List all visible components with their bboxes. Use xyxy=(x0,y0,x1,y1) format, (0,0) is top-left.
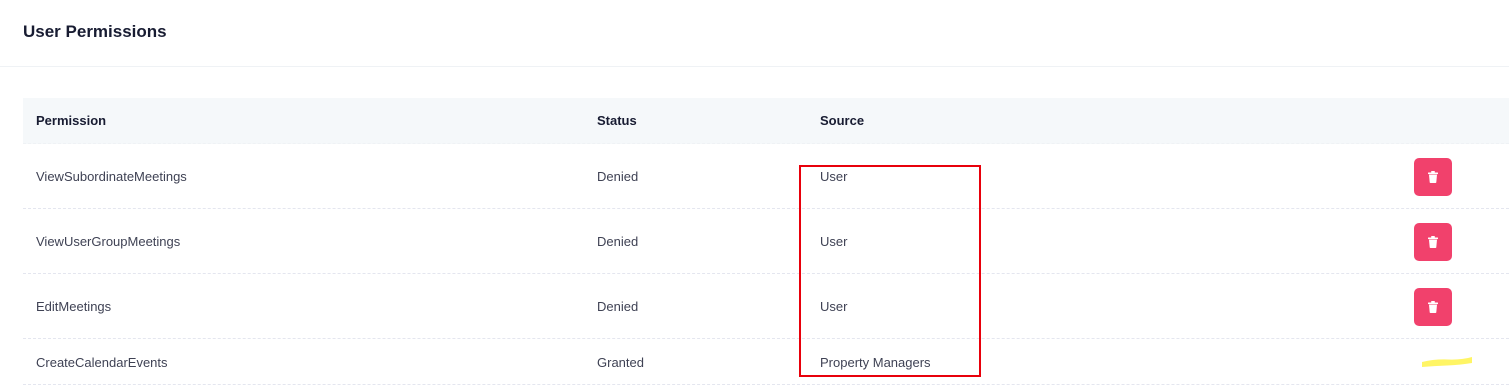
permission-cell: EditMeetings xyxy=(36,299,112,314)
column-header-source: Source xyxy=(820,113,865,128)
status-cell: Denied xyxy=(597,234,639,249)
column-header-permission: Permission xyxy=(36,113,107,128)
status-cell: Denied xyxy=(597,169,639,184)
delete-permission-button[interactable] xyxy=(1414,158,1452,196)
page-title: User Permissions xyxy=(23,22,167,41)
column-header-status: Status xyxy=(597,113,637,128)
trash-icon xyxy=(1428,301,1438,313)
trash-icon xyxy=(1428,171,1438,183)
table-row: EditMeetings Denied User xyxy=(23,274,1509,339)
table-row: ViewUserGroupMeetings Denied User xyxy=(23,209,1509,274)
delete-permission-button[interactable] xyxy=(1414,288,1452,326)
permissions-table: Permission Status Source ViewSubordinate… xyxy=(23,98,1509,385)
permission-cell: CreateCalendarEvents xyxy=(36,355,168,370)
permission-cell: ViewUserGroupMeetings xyxy=(36,234,181,249)
table-header-row: Permission Status Source xyxy=(23,98,1509,144)
table-row: CreateCalendarEvents Granted Property Ma… xyxy=(23,339,1509,385)
source-cell: User xyxy=(820,169,848,184)
source-cell: Property Managers xyxy=(820,355,931,370)
permission-cell: ViewSubordinateMeetings xyxy=(36,169,187,184)
table-row: ViewSubordinateMeetings Denied User xyxy=(23,144,1509,209)
source-cell: User xyxy=(820,299,848,314)
trash-icon xyxy=(1428,236,1438,248)
source-cell: User xyxy=(820,234,848,249)
delete-permission-button[interactable] xyxy=(1414,223,1452,261)
card-header: User Permissions xyxy=(0,0,1509,67)
status-cell: Denied xyxy=(597,299,639,314)
status-cell: Granted xyxy=(597,355,644,370)
